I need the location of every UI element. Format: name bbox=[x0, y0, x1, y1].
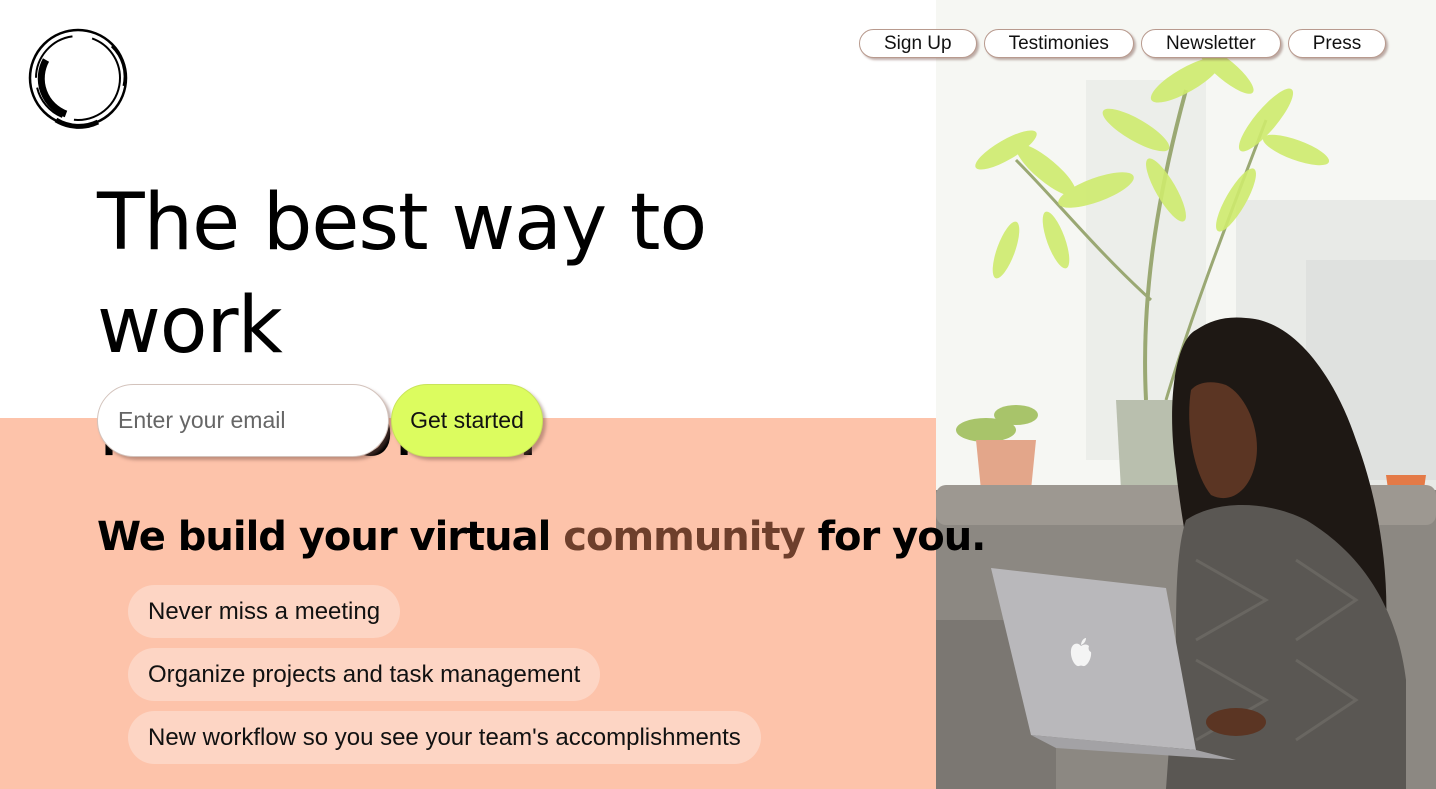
nav-sign-up-button[interactable]: Sign Up bbox=[859, 29, 977, 58]
subheadline-prefix: We build your virtual bbox=[97, 514, 564, 560]
feature-pill-workflow: New workflow so you see your team's acco… bbox=[128, 711, 761, 764]
community-subheadline: We build your virtual community for you. bbox=[97, 510, 987, 564]
nav-newsletter-button[interactable]: Newsletter bbox=[1140, 29, 1281, 58]
nav-press-button[interactable]: Press bbox=[1287, 29, 1387, 58]
hero-headline-line1: The best way to work bbox=[97, 178, 707, 371]
hero-photo bbox=[936, 0, 1436, 789]
top-navigation: Sign Up Testimonies Newsletter Press bbox=[859, 29, 1387, 58]
feature-pill-meetings: Never miss a meeting bbox=[128, 585, 401, 638]
nav-testimonies-button[interactable]: Testimonies bbox=[983, 29, 1134, 58]
apple-logo-icon bbox=[1068, 636, 1094, 670]
subheadline-suffix: for you. bbox=[804, 514, 987, 560]
subheadline-highlight: community bbox=[563, 514, 805, 560]
circle-logo-icon[interactable] bbox=[26, 26, 130, 130]
feature-pill-projects: Organize projects and task management bbox=[128, 648, 601, 701]
email-input[interactable] bbox=[97, 384, 389, 457]
get-started-button[interactable]: Get started bbox=[391, 384, 543, 457]
